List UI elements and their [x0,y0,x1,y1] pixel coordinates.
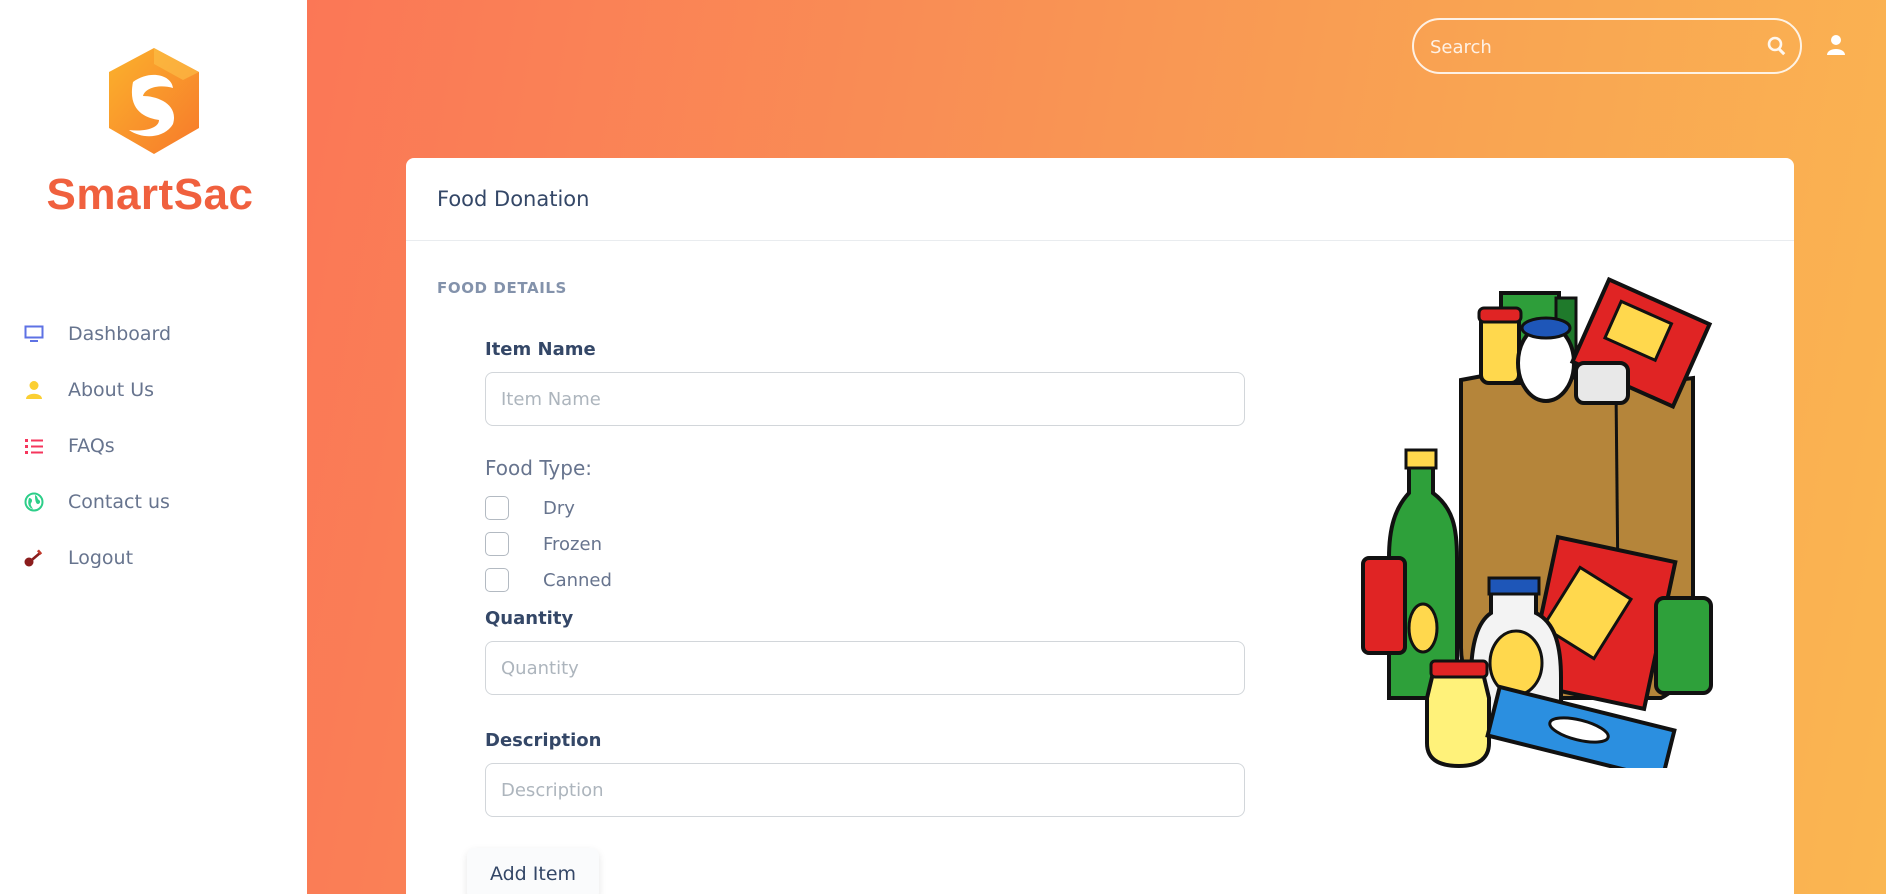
search-icon[interactable] [1766,35,1788,57]
checkbox-label: Frozen [543,533,602,555]
account-user-icon[interactable] [1825,34,1849,58]
sidebar-item-contact-us[interactable]: Contact us [0,474,307,530]
sidebar-item-logout[interactable]: Logout [0,530,307,586]
sidebar-item-label: Logout [68,547,134,569]
food-type-option-canned[interactable]: Canned [485,566,612,594]
monitor-icon [22,322,46,346]
brand-logo[interactable] [0,44,307,162]
description-input[interactable] [485,763,1245,817]
food-type-label: Food Type: [485,456,592,480]
sidebar-item-dashboard[interactable]: Dashboard [0,306,307,362]
quantity-input[interactable] [485,641,1245,695]
item-name-label: Item Name [485,339,596,360]
sidebar-item-label: About Us [68,379,155,401]
food-type-option-frozen[interactable]: Frozen [485,530,602,558]
sidebar-item-label: Dashboard [68,323,172,345]
grocery-bag-illustration [1361,276,1713,768]
sidebar: SmartSac Dashboard About Us FAQs Contact… [0,0,307,894]
sidebar-item-about-us[interactable]: About Us [0,362,307,418]
checkbox-label: Dry [543,497,575,519]
user-icon [22,378,46,402]
list-icon [22,434,46,458]
dry-checkbox[interactable] [485,496,509,520]
checkbox-label: Canned [543,569,612,591]
add-item-button[interactable]: Add Item [467,848,599,894]
section-title: FOOD DETAILS [437,279,567,297]
card-title: Food Donation [437,187,590,211]
food-type-option-dry[interactable]: Dry [485,494,575,522]
quantity-label: Quantity [485,608,574,629]
sidebar-item-label: FAQs [68,435,115,457]
description-label: Description [485,730,602,751]
item-name-input[interactable] [485,372,1245,426]
sidebar-item-faqs[interactable]: FAQs [0,418,307,474]
sidebar-nav: Dashboard About Us FAQs Contact us Logou… [0,306,307,586]
search-box [1412,18,1802,74]
card-header: Food Donation [406,158,1794,241]
smartsac-logo-icon [108,48,199,154]
globe-icon [22,490,46,514]
canned-checkbox[interactable] [485,568,509,592]
sidebar-item-label: Contact us [68,491,170,513]
key-icon [22,546,46,570]
frozen-checkbox[interactable] [485,532,509,556]
food-donation-card: Food Donation FOOD DETAILS Item Name Foo… [406,158,1794,894]
search-input[interactable] [1428,20,1762,74]
main-content: Food Donation FOOD DETAILS Item Name Foo… [307,0,1886,894]
brand-name: SmartSac [46,170,254,219]
